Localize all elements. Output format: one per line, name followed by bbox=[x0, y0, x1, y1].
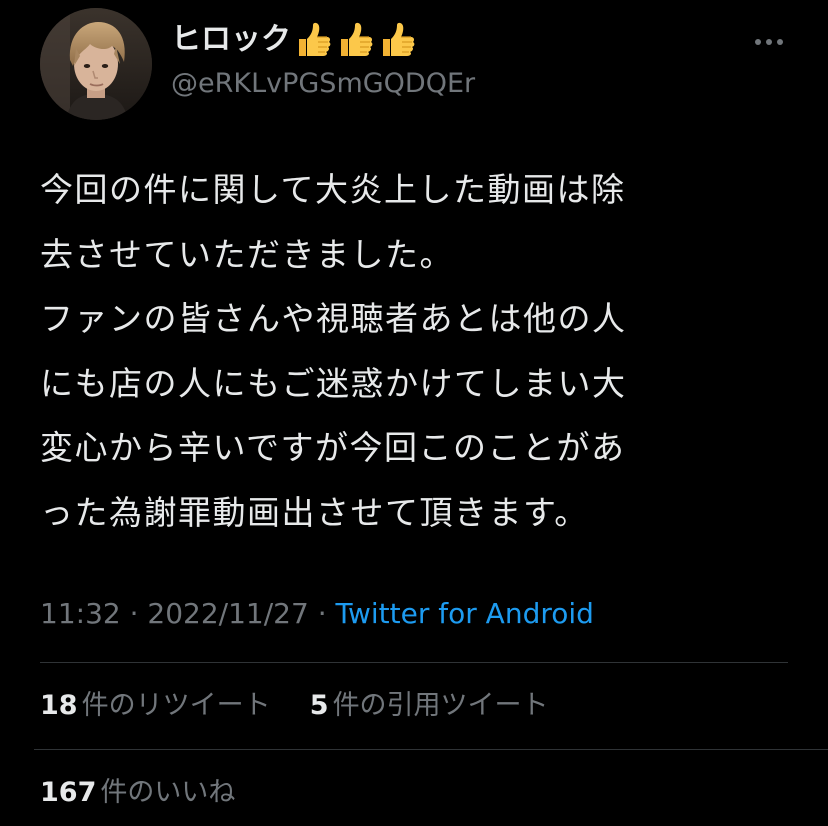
thumbs-up-icon bbox=[299, 22, 331, 56]
quotes-count: 5 bbox=[309, 690, 329, 721]
tweet-text-line: った為謝罪動画出させて頂きます。 bbox=[40, 492, 589, 532]
user-handle[interactable]: @eRKLvPGSmGQDQEr bbox=[171, 66, 475, 102]
tweet-text-line: 去させていただきました。 bbox=[40, 234, 454, 274]
engagement-stats: 18 件のリツイート 5 件の引用ツイート bbox=[40, 684, 549, 728]
tweet-metadata: 11:32 · 2022/11/27 · Twitter for Android bbox=[40, 594, 594, 634]
quote-tweets-stat[interactable]: 5 件の引用ツイート bbox=[310, 690, 549, 721]
divider bbox=[40, 662, 788, 663]
more-horizontal-icon bbox=[755, 39, 783, 45]
quotes-label: 件の引用ツイート bbox=[332, 690, 549, 721]
more-options-button[interactable] bbox=[748, 28, 790, 56]
retweets-stat[interactable]: 18 件のリツイート bbox=[40, 690, 279, 721]
tweet-source-link[interactable]: Twitter for Android bbox=[336, 597, 594, 630]
tweet-time[interactable]: 11:32 bbox=[40, 597, 121, 630]
likes-label: 件のいいね bbox=[100, 777, 236, 808]
meta-separator: · bbox=[129, 597, 139, 630]
tweet-text-line: 今回の件に関して大炎上した動画は除 bbox=[40, 170, 626, 209]
retweets-count: 18 bbox=[40, 690, 78, 721]
display-name[interactable]: ヒロック bbox=[171, 20, 291, 60]
divider bbox=[34, 749, 828, 750]
likes-stat[interactable]: 167 件のいいね bbox=[40, 777, 235, 808]
meta-separator: · bbox=[317, 597, 327, 630]
likes-count: 167 bbox=[40, 777, 97, 808]
display-name-row[interactable]: ヒロック bbox=[171, 20, 419, 60]
tweet-text-line: 変心から辛いですが今回このことがあ bbox=[40, 428, 626, 467]
thumbs-up-icon bbox=[383, 22, 415, 56]
name-emoji-group bbox=[293, 21, 419, 59]
avatar[interactable] bbox=[40, 8, 152, 120]
tweet-text-line: ファンの皆さんや視聴者あとは他の人 bbox=[40, 299, 627, 338]
retweets-label: 件のリツイート bbox=[81, 690, 271, 721]
tweet-date[interactable]: 2022/11/27 bbox=[147, 597, 308, 630]
likes-stats: 167 件のいいね bbox=[40, 771, 235, 815]
tweet-text-line: にも店の人にもご迷惑かけてしまい大 bbox=[40, 363, 627, 403]
avatar-photo bbox=[40, 8, 152, 120]
tweet-text: 今回の件に関して大炎上した動画は除 去させていただきました。 ファンの皆さんや視… bbox=[40, 158, 800, 545]
thumbs-up-icon bbox=[341, 22, 373, 56]
